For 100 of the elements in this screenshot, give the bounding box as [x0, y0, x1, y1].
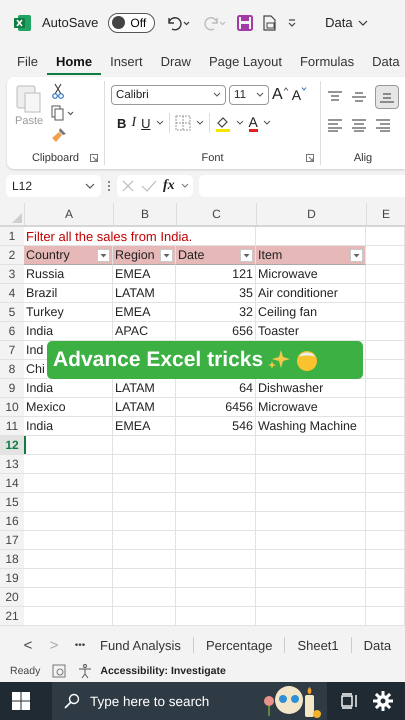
italic-button[interactable]: I [131, 115, 136, 131]
task-view-icon[interactable] [341, 693, 359, 709]
empty-cell [366, 341, 405, 360]
row-header[interactable]: 13 [0, 455, 24, 474]
search-icon [64, 693, 80, 709]
align-middle-icon[interactable] [351, 90, 367, 104]
align-center-icon[interactable] [351, 118, 367, 132]
row-header[interactable]: 10 [0, 398, 24, 417]
row-header[interactable]: 7 [0, 341, 24, 360]
grow-font-button[interactable]: A [272, 86, 283, 104]
dialog-launcher-icon[interactable] [90, 154, 98, 162]
row-header[interactable]: 18 [0, 550, 24, 569]
filter-button-icon[interactable] [97, 248, 110, 262]
borders-icon[interactable] [174, 115, 190, 131]
sheet-tab[interactable]: Sheet1 [295, 638, 341, 652]
file-name-menu[interactable]: Data [325, 15, 368, 30]
accessibility-status[interactable]: Accessibility: Investigate [100, 665, 226, 677]
chevron-down-icon[interactable] [180, 183, 189, 189]
column-header[interactable]: C [176, 203, 256, 225]
check-icon[interactable] [141, 179, 157, 193]
ribbon-tab[interactable]: Data [363, 48, 405, 74]
empty-cell [366, 550, 405, 569]
ribbon-tab[interactable]: Page Layout [200, 48, 291, 74]
row-header[interactable]: 14 [0, 474, 24, 493]
chevron-down-icon[interactable] [262, 120, 271, 126]
bold-button[interactable]: B [117, 116, 126, 130]
align-bottom-icon[interactable] [375, 85, 399, 109]
windows-start-icon[interactable] [12, 692, 30, 710]
sheet-tab[interactable]: Data [362, 638, 394, 652]
ribbon-tab[interactable]: Home [46, 48, 102, 74]
row-header[interactable]: 16 [0, 512, 24, 531]
save-icon[interactable] [237, 14, 254, 30]
emoji-icon [295, 348, 320, 372]
table-cell: Toaster [258, 324, 299, 338]
caption-banner: Advance Excel tricks [47, 341, 363, 379]
more-sheets-button[interactable]: ••• [72, 640, 88, 650]
chevron-down-icon[interactable] [236, 120, 244, 126]
print-preview-icon[interactable] [263, 14, 278, 30]
copy-icon[interactable] [51, 105, 76, 121]
sheet-tab[interactable]: Fund Analysis [98, 638, 183, 652]
name-box[interactable]: L12 [6, 175, 101, 197]
row-header[interactable]: 17 [0, 531, 24, 550]
chevron-down-icon[interactable] [156, 120, 164, 126]
column-header[interactable]: D [256, 203, 366, 225]
table-cell: Washing Machine [258, 419, 357, 433]
align-left-icon[interactable] [327, 118, 343, 132]
row-header[interactable]: 4 [0, 284, 24, 303]
table-cell: Brazil [26, 286, 58, 300]
row-header[interactable]: 2 [0, 246, 24, 265]
filter-button-icon[interactable] [350, 248, 363, 262]
row-header[interactable]: 8 [0, 360, 24, 379]
align-right-icon[interactable] [375, 118, 391, 132]
column-title: Country [26, 248, 70, 262]
autosave-toggle[interactable]: Off [108, 12, 156, 32]
ribbon-tab[interactable]: Formulas [290, 48, 364, 74]
table-cell: 32 [239, 305, 253, 319]
row-header[interactable]: 15 [0, 493, 24, 512]
column-title: Region [115, 248, 155, 262]
underline-button[interactable]: U [141, 116, 150, 130]
row-header[interactable]: 5 [0, 303, 24, 322]
font-size-dropdown[interactable]: 11 [229, 85, 270, 105]
ribbon-tab[interactable]: File [8, 48, 47, 74]
note-text: Filter all the sales from India. [26, 228, 192, 244]
fill-color-icon[interactable] [214, 114, 230, 132]
row-header[interactable]: 21 [0, 607, 24, 626]
filter-button-icon[interactable] [240, 248, 253, 262]
customize-dropdown-icon[interactable] [287, 18, 298, 28]
font-name-dropdown[interactable]: Calibri [111, 85, 226, 105]
row-header[interactable]: 19 [0, 569, 24, 588]
row-header[interactable]: 12 [0, 436, 24, 455]
more-options-icon[interactable] [107, 180, 111, 192]
insert-function-button[interactable]: fx [163, 178, 175, 194]
caret-down-icon [301, 87, 308, 91]
previous-sheet-button[interactable]: < [20, 636, 36, 654]
macro-recorder-icon[interactable] [52, 664, 66, 678]
chevron-down-icon[interactable] [196, 120, 204, 126]
row-header[interactable]: 3 [0, 265, 24, 284]
empty-cell [366, 455, 405, 474]
ribbon-tab[interactable]: Draw [152, 48, 200, 74]
taskbar-search-field[interactable]: Type here to search [52, 682, 327, 720]
row-header[interactable]: 6 [0, 322, 24, 341]
column-header[interactable]: E [366, 203, 405, 225]
cut-icon[interactable] [51, 83, 66, 99]
format-painter-icon[interactable] [51, 127, 68, 143]
column-header[interactable]: A [24, 203, 113, 225]
font-color-button[interactable]: A [248, 114, 258, 132]
row-header[interactable]: 9 [0, 379, 24, 398]
row-header[interactable]: 1 [0, 227, 24, 246]
chevron-down-icon [256, 92, 264, 98]
shrink-font-button[interactable]: A [292, 87, 302, 103]
row-header[interactable]: 20 [0, 588, 24, 607]
ribbon-tab[interactable]: Insert [101, 48, 152, 74]
column-header[interactable]: B [113, 203, 176, 225]
dialog-launcher-icon[interactable] [306, 154, 314, 162]
sheet-tab[interactable]: Percentage [204, 638, 274, 652]
settings-icon[interactable] [373, 691, 393, 711]
filter-button-icon[interactable] [160, 248, 173, 262]
table-cell: EMEA [115, 305, 150, 319]
row-header[interactable]: 11 [0, 417, 24, 436]
chevron-down-icon [213, 92, 222, 98]
